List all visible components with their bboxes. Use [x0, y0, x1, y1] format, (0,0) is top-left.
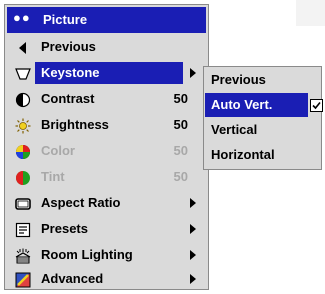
- submenu-item-horizontal[interactable]: Horizontal: [205, 143, 320, 167]
- menu-item-aspect-ratio[interactable]: Aspect Ratio: [7, 191, 206, 215]
- auto-vert-checkbox[interactable]: [310, 99, 323, 112]
- color-icon: [16, 145, 30, 159]
- left-arrow-icon: [19, 42, 26, 54]
- submenu-item-label: Vertical: [211, 122, 258, 137]
- menu-title-bar: ●● Picture: [7, 7, 206, 33]
- contrast-value: 50: [173, 91, 188, 106]
- color-value: 50: [173, 143, 188, 158]
- submenu-item-vertical[interactable]: Vertical: [205, 118, 320, 142]
- menu-title: Picture: [43, 12, 88, 27]
- presets-icon: [15, 222, 31, 238]
- brightness-icon: [15, 118, 31, 134]
- keystone-icon: [15, 68, 31, 80]
- checkmark-icon: [312, 101, 321, 110]
- menu-item-presets[interactable]: Presets: [7, 217, 206, 241]
- menu-dots-icon: ●●: [13, 10, 31, 25]
- menu-item-label: Previous: [41, 39, 96, 54]
- menu-item-label: Color: [41, 143, 75, 158]
- submenu-arrow-icon: [190, 224, 196, 234]
- contrast-icon: [15, 92, 31, 108]
- menu-item-previous[interactable]: Previous: [7, 35, 206, 59]
- menu-item-contrast[interactable]: Contrast 50: [7, 87, 206, 111]
- advanced-icon: [15, 272, 31, 288]
- submenu-arrow-icon: [190, 68, 196, 78]
- aspect-ratio-icon: [15, 198, 31, 210]
- menu-item-label: Contrast: [41, 91, 95, 106]
- room-lighting-icon: [15, 248, 31, 264]
- menu-item-tint[interactable]: Tint 50: [7, 165, 206, 189]
- keystone-submenu: Previous Auto Vert. Vertical Horizontal: [203, 66, 323, 170]
- menu-item-label: Room Lighting: [41, 247, 133, 262]
- submenu-item-label: Horizontal: [211, 147, 275, 162]
- brightness-value: 50: [173, 117, 188, 132]
- menu-item-brightness[interactable]: Brightness 50: [7, 113, 206, 137]
- tint-icon: [16, 171, 30, 185]
- submenu-arrow-icon: [190, 198, 196, 208]
- submenu-item-label: Previous: [211, 72, 266, 87]
- menu-item-keystone[interactable]: Keystone: [7, 61, 206, 85]
- submenu-item-label: Auto Vert.: [211, 97, 273, 112]
- menu-item-label: Aspect Ratio: [41, 195, 121, 210]
- menu-item-advanced[interactable]: Advanced: [7, 267, 206, 291]
- submenu-arrow-icon: [190, 274, 196, 284]
- menu-item-label: Tint: [41, 169, 65, 184]
- menu-item-label: Presets: [41, 221, 88, 236]
- menu-item-room-lighting[interactable]: Room Lighting: [7, 243, 206, 267]
- submenu-item-auto-vert[interactable]: Auto Vert.: [205, 93, 323, 117]
- submenu-item-previous[interactable]: Previous: [205, 68, 320, 92]
- submenu-arrow-icon: [190, 250, 196, 260]
- menu-item-label: Keystone: [41, 65, 100, 80]
- background-corner: [296, 0, 325, 26]
- menu-item-label: Advanced: [41, 271, 104, 286]
- menu-item-label: Brightness: [41, 117, 109, 132]
- menu-item-color[interactable]: Color 50: [7, 139, 206, 163]
- tint-value: 50: [173, 169, 188, 184]
- picture-menu: ●● Picture Previous Keystone Contrast 50: [4, 4, 209, 290]
